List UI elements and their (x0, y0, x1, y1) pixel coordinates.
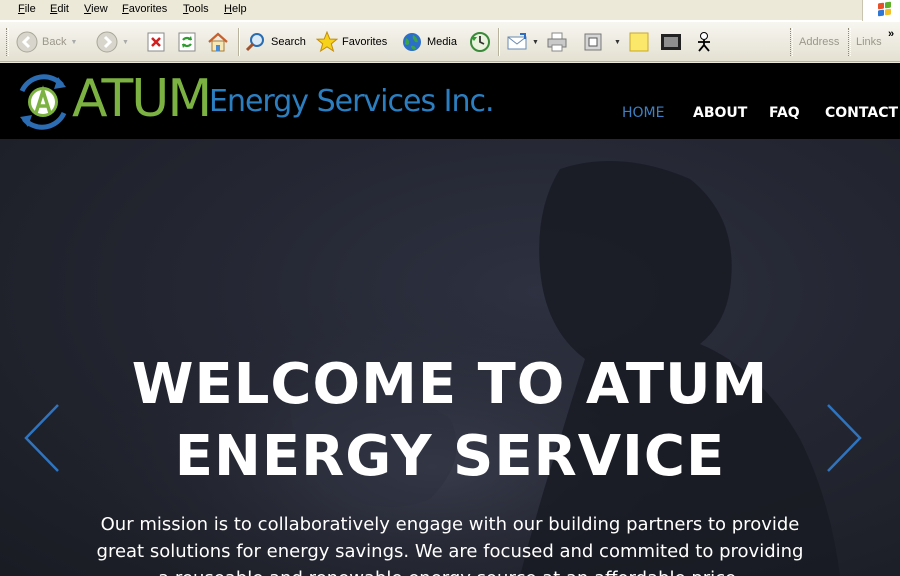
toolbar-grip[interactable] (790, 28, 793, 56)
hero-title-line1: WELCOME TO ATUM (131, 352, 769, 417)
toolbar-separator (238, 28, 240, 56)
menu-edit[interactable]: Edit (50, 3, 69, 15)
search-label: Search (271, 36, 306, 48)
back-arrow-icon (16, 31, 38, 53)
hero-description: Our mission is to collaboratively engage… (96, 514, 804, 576)
forward-button[interactable]: ▼ (96, 28, 129, 56)
menu-help-label: Help (224, 3, 247, 15)
refresh-icon (176, 31, 198, 53)
history-icon (469, 31, 491, 53)
chevron-left-icon[interactable] (22, 403, 62, 473)
menu-view-label: View (84, 3, 108, 15)
brand-name[interactable]: ATUM (72, 73, 212, 125)
nav-faq[interactable]: FAQ (769, 105, 800, 121)
mail-dropdown-icon[interactable]: ▼ (532, 39, 539, 46)
menu-file[interactable]: File (18, 3, 36, 15)
brand-tagline[interactable]: Energy Services Inc. (209, 87, 494, 117)
menu-view[interactable]: View (84, 3, 108, 15)
toolbar: Back ▼ ▼ Search Favorites Media ▼ ▼ Addr… (0, 21, 900, 62)
menu-tools[interactable]: Tools (183, 3, 209, 15)
hero-slider: WELCOME TO ATUM ENERGY SERVICE Our missi… (0, 139, 900, 576)
menu-file-label: File (18, 3, 36, 15)
media-label: Media (427, 36, 457, 48)
star-icon (315, 30, 339, 53)
search-button[interactable]: Search (245, 28, 306, 56)
edit-dropdown-icon[interactable]: ▼ (614, 39, 621, 46)
stop-button[interactable] (145, 28, 167, 56)
globe-media-icon (401, 31, 423, 53)
atum-logo-icon[interactable] (14, 71, 72, 133)
discuss-button[interactable] (628, 28, 650, 56)
messenger-icon (693, 31, 715, 53)
toolbar-grip[interactable] (6, 28, 9, 56)
links-label: Links (856, 36, 882, 48)
menu-favorites[interactable]: Favorites (122, 3, 167, 15)
refresh-button[interactable] (176, 28, 198, 56)
back-dropdown-icon[interactable]: ▼ (70, 39, 77, 46)
favorites-label: Favorites (342, 36, 388, 48)
menu-edit-label: Edit (50, 3, 69, 15)
menu-favorites-label: Favorites (122, 3, 168, 15)
mail-icon (506, 31, 528, 53)
address-bar-label[interactable]: Address (799, 28, 839, 56)
address-label: Address (799, 36, 840, 48)
site-header: ATUM Energy Services Inc. HOME ABOUT FAQ… (0, 63, 900, 139)
forward-dropdown-icon[interactable]: ▼ (122, 39, 129, 46)
sticky-note-icon (628, 31, 650, 53)
back-label: Back (42, 36, 67, 48)
links-bar-label[interactable]: Links (856, 28, 882, 56)
search-magnifier-icon (245, 31, 267, 53)
chevron-right-icon[interactable] (824, 403, 864, 473)
hero-title-line2: ENERGY SERVICE (174, 424, 726, 489)
history-button[interactable] (469, 28, 491, 56)
menu-help[interactable]: Help (224, 3, 247, 15)
nav-contact[interactable]: CONTACT (825, 105, 898, 121)
edit-button[interactable]: ▼ (582, 28, 621, 56)
overflow-chevron-icon: » (888, 28, 895, 40)
film-icon (660, 31, 682, 53)
home-button[interactable] (207, 28, 229, 56)
menu-bar: File Edit View Favorites Tools Help (0, 0, 900, 21)
mail-button[interactable]: ▼ (506, 28, 539, 56)
toolbar-overflow-button[interactable]: » (888, 20, 894, 48)
favorites-button[interactable]: Favorites (315, 28, 388, 56)
toolbar-grip[interactable] (848, 28, 851, 56)
stop-icon (145, 31, 167, 53)
print-button[interactable] (546, 28, 568, 56)
edit-icon (582, 31, 604, 53)
windows-logo-icon (862, 0, 900, 21)
printer-icon (546, 31, 568, 53)
back-button[interactable]: Back ▼ (16, 28, 77, 56)
nav-home[interactable]: HOME (622, 105, 664, 121)
media-button[interactable]: Media (401, 28, 457, 56)
messenger-button[interactable] (693, 28, 715, 56)
browser-viewport[interactable]: ATUM Energy Services Inc. HOME ABOUT FAQ… (0, 63, 900, 576)
forward-arrow-icon (96, 31, 118, 53)
research-button[interactable] (660, 28, 682, 56)
toolbar-separator (498, 28, 500, 56)
menu-tools-label: Tools (183, 3, 209, 15)
home-icon (207, 31, 229, 53)
nav-about[interactable]: ABOUT (693, 105, 747, 121)
